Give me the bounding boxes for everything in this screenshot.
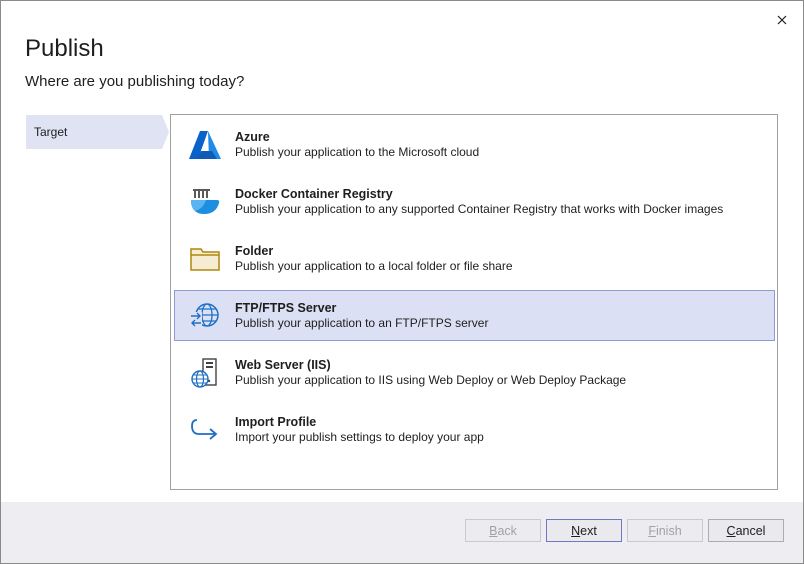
- option-title: FTP/FTPS Server: [235, 301, 337, 315]
- docker-icon: [175, 176, 235, 227]
- next-label-rest: ext: [580, 523, 597, 538]
- cancel-button[interactable]: Cancel: [708, 519, 784, 542]
- close-icon: [777, 15, 787, 25]
- finish-label-rest: inish: [655, 523, 682, 538]
- option-description: Publish your application to an FTP/FTPS …: [235, 316, 489, 330]
- back-mnemonic: B: [489, 523, 498, 538]
- close-button[interactable]: [771, 9, 793, 31]
- option-description: Publish your application to the Microsof…: [235, 145, 480, 159]
- step-label: Target: [34, 125, 68, 139]
- option-folder[interactable]: Folder Publish your application to a loc…: [174, 233, 775, 284]
- finish-button[interactable]: Finish: [627, 519, 703, 542]
- cancel-label-rest: ancel: [735, 523, 766, 538]
- option-import-profile[interactable]: Import Profile Import your publish setti…: [174, 404, 775, 455]
- back-button[interactable]: Back: [465, 519, 541, 542]
- dialog-title: Publish: [25, 35, 104, 62]
- option-description: Publish your application to IIS using We…: [235, 373, 627, 387]
- publish-dialog: Publish Where are you publishing today? …: [0, 0, 804, 564]
- option-azure[interactable]: Azure Publish your application to the Mi…: [174, 119, 775, 170]
- finish-mnemonic: F: [648, 523, 656, 538]
- next-mnemonic: N: [571, 523, 581, 538]
- cancel-mnemonic: C: [726, 523, 736, 538]
- import-arrow-icon: [175, 404, 235, 455]
- web-server-icon: [175, 347, 235, 398]
- option-description: Publish your application to a local fold…: [235, 259, 513, 273]
- option-ftp-server[interactable]: FTP/FTPS Server Publish your application…: [174, 290, 775, 341]
- dialog-subtitle: Where are you publishing today?: [25, 73, 245, 90]
- azure-icon: [175, 119, 235, 170]
- option-title: Docker Container Registry: [235, 187, 393, 201]
- option-title: Azure: [235, 130, 270, 144]
- option-web-server-iis[interactable]: Web Server (IIS) Publish your applicatio…: [174, 347, 775, 398]
- option-docker-registry[interactable]: Docker Container Registry Publish your a…: [174, 176, 775, 227]
- back-label-rest: ack: [497, 523, 517, 538]
- option-title: Import Profile: [235, 415, 317, 429]
- next-button[interactable]: Next: [546, 519, 622, 542]
- option-description: Import your publish settings to deploy y…: [235, 430, 484, 444]
- wizard-steps: Target: [26, 115, 169, 149]
- folder-icon: [175, 233, 235, 284]
- option-title: Web Server (IIS): [235, 358, 331, 372]
- step-target[interactable]: Target: [26, 115, 169, 149]
- option-description: Publish your application to any supporte…: [235, 202, 724, 216]
- publish-target-list: Azure Publish your application to the Mi…: [170, 114, 778, 490]
- option-title: Folder: [235, 244, 274, 258]
- dialog-footer: Back Next Finish Cancel: [1, 502, 803, 563]
- ftp-globe-icon: [175, 290, 235, 341]
